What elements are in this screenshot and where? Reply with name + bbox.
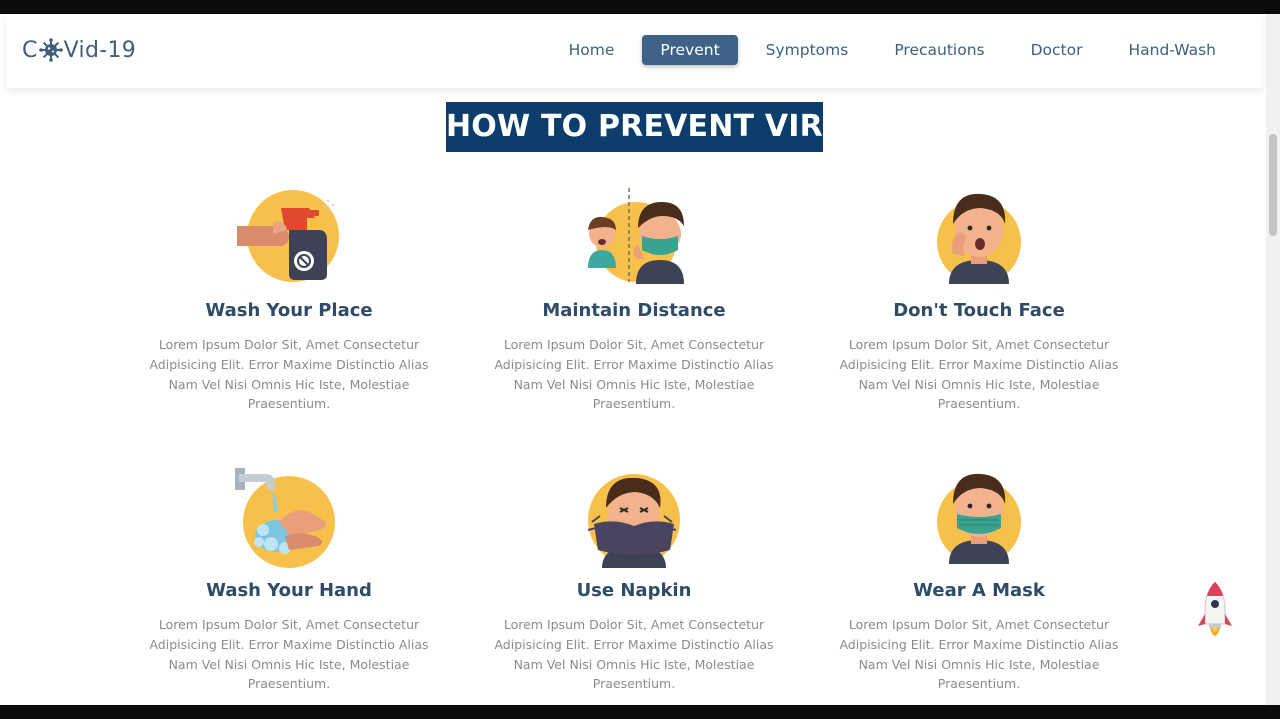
touch-face-icon (937, 193, 1021, 284)
logo-suffix: Vid-19 (63, 37, 137, 63)
card-title: Don't Touch Face (893, 300, 1065, 321)
distance-icon (588, 188, 684, 284)
card-description: Lorem Ipsum Dolor Sit, Amet Consectetur … (149, 617, 429, 692)
prevent-card-use-napkin: Use Napkin Lorem Ipsum Dolor Sit, Amet C… (484, 464, 784, 694)
site-header: C Vid-19 Home Prevent Symptoms Precautio… (6, 14, 1262, 88)
screen-top-border (0, 0, 1280, 14)
nav-symptoms[interactable]: Symptoms (748, 35, 867, 65)
browser-viewport: C Vid-19 Home Prevent Symptoms Precautio… (0, 14, 1280, 705)
prevent-card-wash-hand: Wash Your Hand Lorem Ipsum Dolor Sit, Am… (139, 464, 439, 694)
main-nav: Home Prevent Symptoms Precautions Doctor… (541, 35, 1234, 65)
prevent-card-wash-place: Wash Your Place Lorem Ipsum Dolor Sit, A… (139, 184, 439, 414)
card-title: Wear A Mask (913, 580, 1045, 601)
page-scrollbar[interactable] (1266, 14, 1280, 705)
nav-prevent[interactable]: Prevent (642, 35, 738, 65)
virus-icon (38, 38, 63, 62)
card-description: Lorem Ipsum Dolor Sit, Amet Consectetur … (494, 337, 774, 412)
prevent-card-dont-touch-face: Don't Touch Face Lorem Ipsum Dolor Sit, … (829, 184, 1129, 414)
card-title: Wash Your Place (205, 300, 373, 321)
site-logo[interactable]: C Vid-19 (22, 34, 136, 66)
prevent-card-maintain-distance: Maintain Distance Lorem Ipsum Dolor Sit,… (484, 184, 784, 414)
section-heading: HOW TO PREVENT VIRUS (446, 102, 869, 152)
screen-bottom-border (0, 705, 1280, 719)
mask-icon (937, 473, 1021, 564)
card-description: Lorem Ipsum Dolor Sit, Amet Consectetur … (494, 617, 774, 692)
nav-hand-wash[interactable]: Hand-Wash (1110, 35, 1234, 65)
napkin-icon (587, 474, 680, 568)
card-description: Lorem Ipsum Dolor Sit, Amet Consectetur … (839, 617, 1119, 692)
card-description: Lorem Ipsum Dolor Sit, Amet Consectetur … (839, 337, 1119, 412)
card-title: Maintain Distance (542, 300, 726, 321)
nav-precautions[interactable]: Precautions (876, 35, 1002, 65)
card-title: Use Napkin (576, 580, 692, 601)
spray-bottle-icon (237, 190, 339, 282)
nav-doctor[interactable]: Doctor (1013, 35, 1101, 65)
rocket-scroll-top-icon[interactable] (1196, 580, 1234, 650)
prevent-card-wear-mask: Wear A Mask Lorem Ipsum Dolor Sit, Amet … (829, 464, 1129, 694)
card-title: Wash Your Hand (206, 580, 372, 601)
nav-home[interactable]: Home (551, 35, 633, 65)
hand-wash-icon (235, 468, 335, 568)
logo-prefix: C (22, 37, 38, 63)
scrollbar-thumb[interactable] (1269, 134, 1277, 236)
card-description: Lorem Ipsum Dolor Sit, Amet Consectetur … (149, 337, 429, 412)
